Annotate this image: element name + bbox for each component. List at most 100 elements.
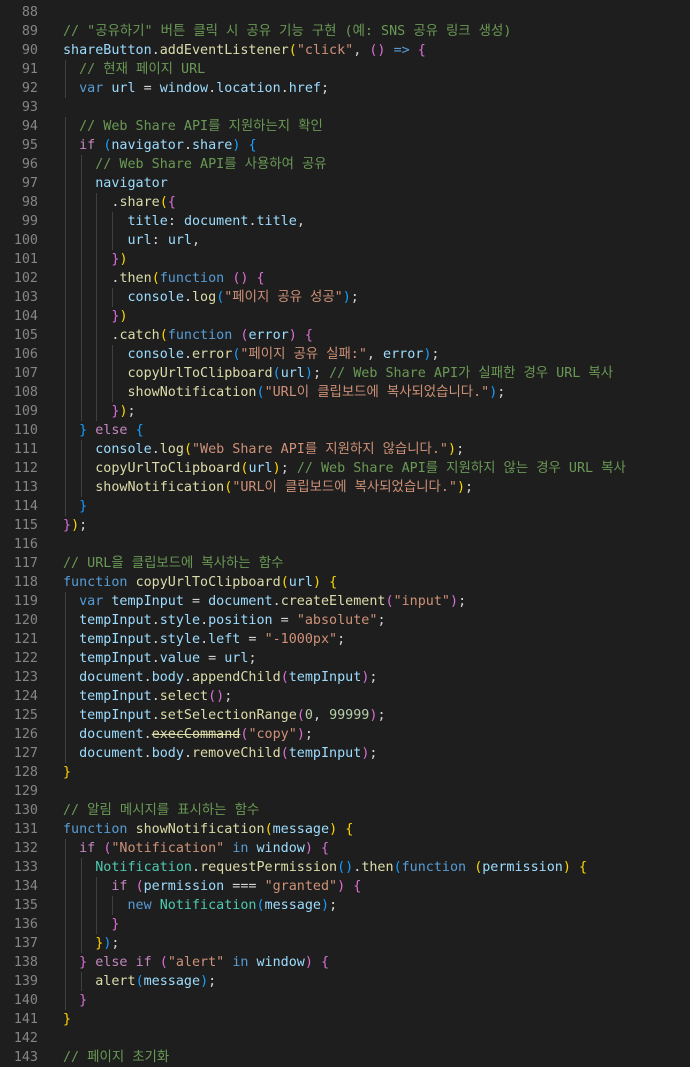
- code-line[interactable]: 133 Notification.requestPermission().the…: [0, 858, 690, 877]
- code-token: url: [167, 233, 192, 248]
- code-line[interactable]: 135 new Notification(message);: [0, 896, 690, 915]
- code-line[interactable]: 108 showNotification("URL이 클립보드에 복사되었습니다…: [0, 383, 690, 402]
- code-text: }: [63, 1010, 71, 1029]
- code-line[interactable]: 138 } else if ("alert" in window) {: [0, 953, 690, 972]
- line-number: 88: [21, 5, 38, 20]
- code-line[interactable]: 106 console.error("페이지 공유 실패:", error);: [0, 345, 690, 364]
- code-line[interactable]: 101 }): [0, 250, 690, 269]
- code-line[interactable]: 125 tempInput.setSelectionRange(0, 99999…: [0, 706, 690, 725]
- line-number: 89: [21, 24, 38, 39]
- code-line[interactable]: 142: [0, 1029, 690, 1048]
- line-number: 130: [13, 803, 38, 818]
- code-line[interactable]: 115});: [0, 516, 690, 535]
- code-line[interactable]: 93: [0, 98, 690, 117]
- code-line[interactable]: 111 console.log("Web Share API를 지원하지 않습니…: [0, 440, 690, 459]
- code-token: console: [127, 347, 184, 362]
- line-number: 141: [13, 1012, 38, 1027]
- line-number: 110: [13, 423, 38, 438]
- code-line[interactable]: 112 copyUrlToClipboard(url); // Web Shar…: [0, 459, 690, 478]
- code-line[interactable]: 137 });: [0, 934, 690, 953]
- line-number: 104: [13, 309, 38, 324]
- code-line[interactable]: 143 // 페이지 초기화: [0, 1048, 690, 1067]
- code-line[interactable]: 123 document.body.appendChild(tempInput)…: [0, 668, 690, 687]
- code-line[interactable]: 90 shareButton.addEventListener("click", …: [0, 41, 690, 60]
- code-line[interactable]: 110 } else {: [0, 421, 690, 440]
- code-token: ;: [377, 708, 386, 723]
- code-line[interactable]: 99 title: document.title,: [0, 212, 690, 231]
- code-token: ): [296, 727, 305, 742]
- code-token: .: [208, 81, 217, 96]
- code-line[interactable]: 116: [0, 535, 690, 554]
- code-line[interactable]: 128}: [0, 763, 690, 782]
- code-token: "input": [393, 594, 450, 609]
- indent-guide: [96, 326, 97, 345]
- code-line[interactable]: 124 tempInput.select();: [0, 687, 690, 706]
- line-number: 126: [13, 727, 38, 742]
- code-line[interactable]: 132 if ("Notification" in window) {: [0, 839, 690, 858]
- code-line[interactable]: 140 }: [0, 991, 690, 1010]
- code-token: value: [159, 651, 201, 666]
- code-token: title: [256, 214, 297, 229]
- code-line[interactable]: 92 var url = window.location.href;: [0, 79, 690, 98]
- indent-guide: [65, 250, 66, 269]
- code-line[interactable]: 91 // 현재 페이지 URL: [0, 60, 690, 79]
- indent-guide: [65, 934, 66, 953]
- code-line[interactable]: 139 alert(message);: [0, 972, 690, 991]
- line-number: 127: [13, 746, 38, 761]
- code-line[interactable]: 94 // Web Share API를 지원하는지 확인: [0, 117, 690, 136]
- code-token: ): [304, 841, 313, 856]
- code-line[interactable]: 113 showNotification("URL이 클립보드에 복사되었습니다…: [0, 478, 690, 497]
- code-token: (: [264, 822, 273, 837]
- line-number: 133: [13, 860, 38, 875]
- code-token: url: [127, 233, 152, 248]
- code-token: "페이지 공유 실패:": [240, 347, 367, 362]
- code-line[interactable]: 118 function copyUrlToClipboard(url) {: [0, 573, 690, 592]
- code-line[interactable]: 103 console.log("페이지 공유 성공");: [0, 288, 690, 307]
- code-line[interactable]: 95 if (navigator.share) {: [0, 136, 690, 155]
- code-line[interactable]: 127 document.body.removeChild(tempInput)…: [0, 744, 690, 763]
- code-token: Notification: [159, 898, 257, 913]
- code-line[interactable]: 97 navigator: [0, 174, 690, 193]
- code-token: .: [272, 594, 281, 609]
- code-line[interactable]: 117 // URL을 클립보드에 복사하는 함수: [0, 554, 690, 573]
- code-editor[interactable]: 88 89 // "공유하기" 버튼 클릭 시 공유 기능 구현 (예: SNS 공…: [0, 0, 690, 1065]
- code-token: message: [264, 898, 321, 913]
- line-number: 132: [13, 841, 38, 856]
- code-token: var: [79, 594, 104, 609]
- indent-guide: [96, 193, 97, 212]
- code-token: ): [288, 328, 297, 343]
- indent-guide: [65, 896, 66, 915]
- code-token: function: [159, 271, 225, 286]
- code-line[interactable]: 102 .then(function () {: [0, 269, 690, 288]
- code-line[interactable]: 119 var tempInput = document.createEleme…: [0, 592, 690, 611]
- code-token: ): [448, 442, 457, 457]
- code-line[interactable]: 126 document.execCommand("copy");: [0, 725, 690, 744]
- code-line[interactable]: 130 // 알림 메시지를 표시하는 함수: [0, 801, 690, 820]
- code-token: (: [288, 43, 297, 58]
- code-line[interactable]: 98 .share({: [0, 193, 690, 212]
- code-line[interactable]: 89 // "공유하기" 버튼 클릭 시 공유 기능 구현 (예: SNS 공유 …: [0, 22, 690, 41]
- code-line[interactable]: 129: [0, 782, 690, 801]
- indent-guide: [112, 231, 113, 250]
- code-line[interactable]: 121 tempInput.style.left = "-1000px";: [0, 630, 690, 649]
- code-line[interactable]: 114 }: [0, 497, 690, 516]
- code-line[interactable]: 109 });: [0, 402, 690, 421]
- code-line[interactable]: 88: [0, 3, 690, 22]
- code-line[interactable]: 141}: [0, 1010, 690, 1029]
- code-line[interactable]: 134 if (permission === "granted") {: [0, 877, 690, 896]
- code-line[interactable]: 105 .catch(function (error) {: [0, 326, 690, 345]
- code-line[interactable]: 131 function showNotification(message) {: [0, 820, 690, 839]
- code-line[interactable]: 120 tempInput.style.position = "absolute…: [0, 611, 690, 630]
- indent-guide: [81, 288, 82, 307]
- code-token: function: [167, 328, 233, 343]
- line-number: 109: [13, 404, 38, 419]
- code-line[interactable]: 136 }: [0, 915, 690, 934]
- code-line[interactable]: 104 }): [0, 307, 690, 326]
- code-line[interactable]: 96 // Web Share API를 사용하여 공유: [0, 155, 690, 174]
- code-line[interactable]: 122 tempInput.value = url;: [0, 649, 690, 668]
- code-line[interactable]: 107 copyUrlToClipboard(url); // Web Shar…: [0, 364, 690, 383]
- code-line[interactable]: 100 url: url,: [0, 231, 690, 250]
